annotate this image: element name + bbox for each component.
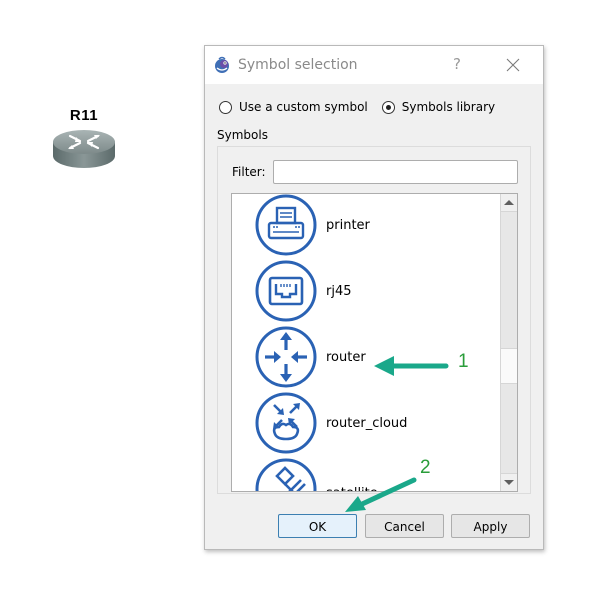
gns3-chameleon-icon xyxy=(215,56,229,73)
scrollbar-thumb[interactable] xyxy=(501,348,517,384)
symbol-label: router_cloud xyxy=(326,415,408,431)
apply-button[interactable]: Apply xyxy=(451,514,530,538)
rj45-icon xyxy=(255,260,317,322)
symbol-label: router xyxy=(326,349,366,365)
scroll-down-button[interactable] xyxy=(501,473,517,491)
symbol-item-rj45[interactable]: rj45 xyxy=(232,258,502,324)
custom-symbol-label[interactable]: Use a custom symbol xyxy=(239,100,368,114)
symbol-label: printer xyxy=(326,217,370,233)
title-bar[interactable]: Symbol selection ? xyxy=(205,46,543,84)
dialog-title: Symbol selection xyxy=(238,57,358,73)
symbol-label: rj45 xyxy=(326,283,352,299)
scroll-up-button[interactable] xyxy=(501,194,517,212)
symbol-source-options: Use a custom symbol Symbols library xyxy=(219,100,509,114)
router-device-icon xyxy=(53,130,115,168)
router-node[interactable]: R11 xyxy=(50,107,118,172)
filter-label: Filter: xyxy=(232,165,266,179)
symbol-item-satellite[interactable]: satellite xyxy=(232,456,502,491)
symbol-item-printer[interactable]: printer xyxy=(232,194,502,258)
vertical-scrollbar[interactable] xyxy=(500,194,517,491)
custom-symbol-radio[interactable] xyxy=(219,100,232,114)
router-icon xyxy=(255,326,317,388)
filter-input[interactable] xyxy=(273,160,518,184)
node-label: R11 xyxy=(69,107,99,124)
symbol-selection-dialog: Symbol selection ? Use a custom symbol S… xyxy=(204,45,544,550)
satellite-icon xyxy=(255,458,317,491)
symbol-label: satellite xyxy=(326,486,378,491)
annotation-number-1: 1 xyxy=(458,351,469,372)
symbols-library-radio[interactable] xyxy=(381,100,395,114)
scroll-up-arrow-icon xyxy=(504,200,514,205)
close-icon[interactable] xyxy=(501,54,525,76)
cancel-button[interactable]: Cancel xyxy=(365,514,444,538)
annotation-number-2: 2 xyxy=(420,457,431,478)
symbols-list[interactable]: printer rj45 router router_cloud xyxy=(231,193,518,492)
help-button[interactable]: ? xyxy=(445,55,469,75)
symbol-item-router-cloud[interactable]: router_cloud xyxy=(232,390,502,456)
printer-icon xyxy=(255,194,317,256)
scroll-down-arrow-icon xyxy=(504,480,514,485)
symbols-group-label: Symbols xyxy=(217,128,268,142)
symbols-library-label[interactable]: Symbols library xyxy=(402,100,495,114)
ok-button[interactable]: OK xyxy=(278,514,357,538)
router-cloud-icon xyxy=(255,392,317,454)
